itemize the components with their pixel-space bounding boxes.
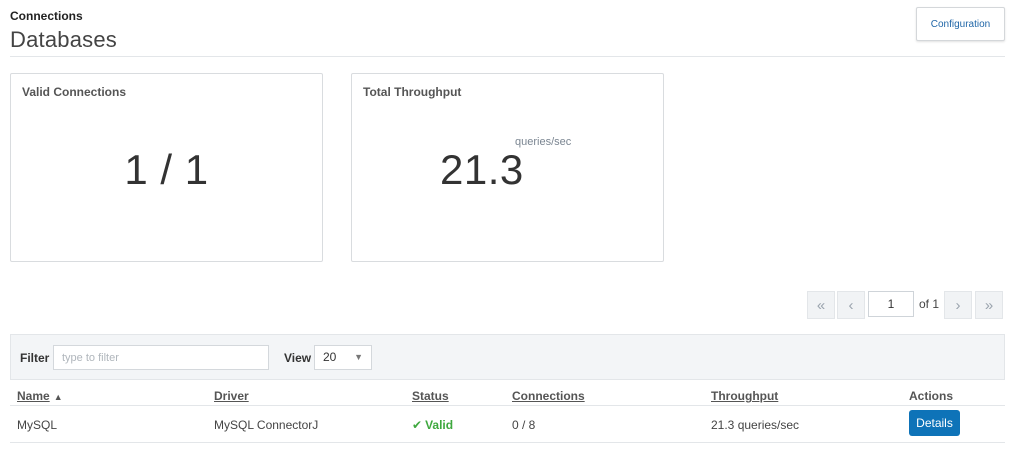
view-label: View	[284, 351, 312, 365]
status-text: Valid	[425, 418, 454, 432]
cell-status: ✔ Valid	[412, 418, 453, 432]
card-title: Total Throughput	[363, 85, 462, 99]
column-header-status[interactable]: Status	[412, 389, 449, 403]
valid-connections-value: 1 / 1	[124, 146, 209, 193]
configuration-button[interactable]: Configuration	[916, 7, 1005, 41]
column-header-driver[interactable]: Driver	[214, 389, 249, 403]
filter-label: Filter	[20, 351, 50, 365]
view-select-value: 20	[323, 350, 337, 364]
cell-driver: MySQL ConnectorJ	[214, 418, 319, 432]
next-page-icon[interactable]: ›	[944, 291, 972, 319]
table-row: MySQL MySQL ConnectorJ ✔ Valid 0 / 8 21.3…	[10, 406, 1005, 443]
cell-connections: 0 / 8	[512, 418, 536, 432]
filter-bar: Filter View 20 ▼	[10, 334, 1005, 380]
table-header: Name ▲ Driver Status Connections Throughp…	[10, 384, 1005, 406]
details-button[interactable]: Details	[909, 410, 960, 436]
column-header-actions: Actions	[909, 389, 954, 403]
total-throughput-card: Total Throughput 21.3 queries/sec	[351, 73, 664, 262]
page-title: Databases	[10, 27, 117, 52]
column-header-connections[interactable]: Connections	[512, 389, 585, 403]
column-header-throughput[interactable]: Throughput	[711, 389, 778, 403]
first-page-icon[interactable]: «	[807, 291, 835, 319]
breadcrumb[interactable]: Connections	[10, 9, 83, 23]
column-header-name[interactable]: Name ▲	[17, 389, 63, 403]
check-icon: ✔	[412, 418, 423, 432]
cell-throughput: 21.3 queries/sec	[711, 418, 800, 432]
pagination: « ‹ of 1 › »	[0, 291, 1013, 319]
card-title: Valid Connections	[22, 85, 127, 99]
cell-name: MySQL	[17, 418, 58, 432]
page-count: of 1	[919, 297, 940, 311]
throughput-unit: queries/sec	[515, 136, 572, 148]
page-number-input[interactable]	[868, 291, 914, 317]
prev-page-icon[interactable]: ‹	[837, 291, 865, 319]
sort-asc-icon: ▲	[53, 392, 63, 402]
view-select[interactable]: 20 ▼	[314, 345, 372, 370]
page-header: Connections Databases Configuration	[10, 0, 1005, 57]
chevron-down-icon: ▼	[354, 352, 363, 362]
filter-input[interactable]	[53, 345, 269, 370]
valid-connections-card: Valid Connections 1 / 1	[10, 73, 323, 262]
last-page-icon[interactable]: »	[975, 291, 1003, 319]
throughput-value: 21.3	[440, 146, 524, 193]
